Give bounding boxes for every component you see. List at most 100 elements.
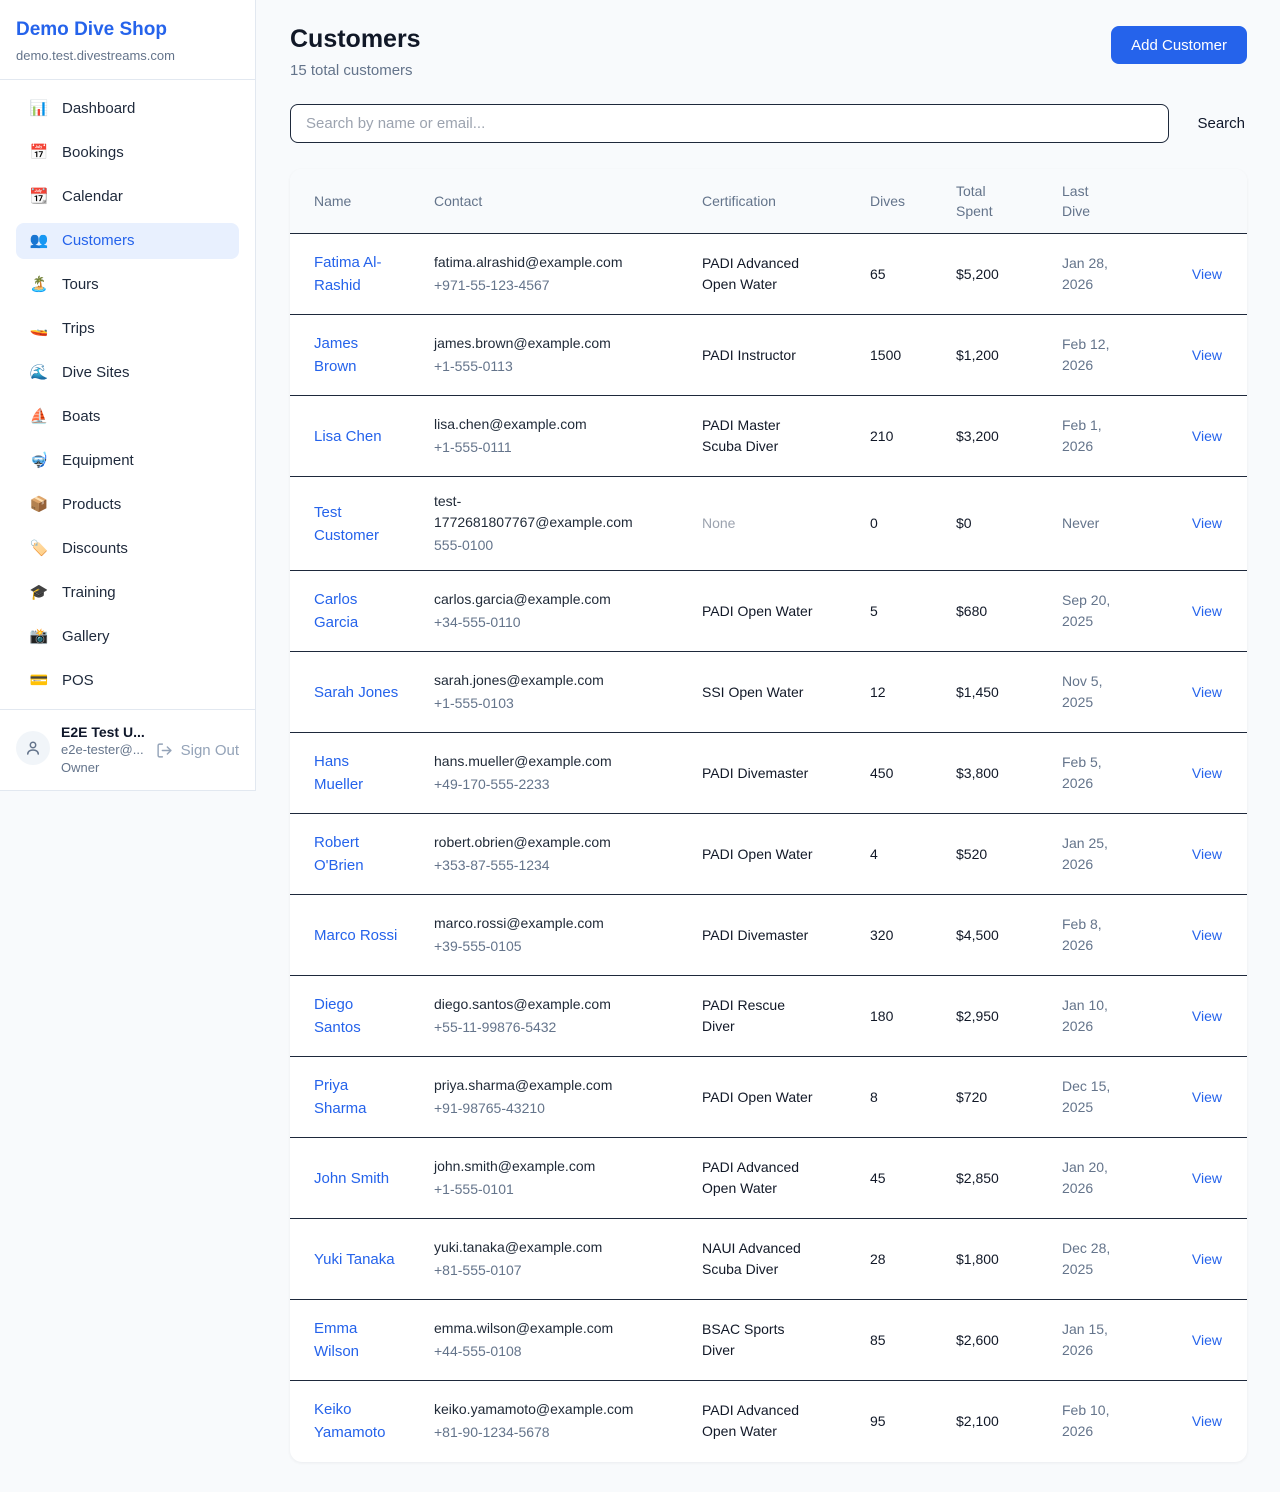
- sidebar-item-label: Calendar: [62, 187, 123, 207]
- customer-name-link[interactable]: Fatima Al-Rashid: [314, 254, 382, 294]
- view-link[interactable]: View: [1192, 1008, 1222, 1024]
- view-link[interactable]: View: [1192, 515, 1222, 531]
- customer-phone: +55-11-99876-5432: [434, 1017, 646, 1038]
- customer-phone: +1-555-0103: [434, 693, 646, 714]
- customer-name-link[interactable]: Lisa Chen: [314, 428, 382, 445]
- customer-certification: PADI Advanced Open Water: [702, 255, 799, 292]
- customer-dives: 45: [870, 1170, 886, 1186]
- cell-last-dive: Jan 28, 2026: [1062, 234, 1158, 315]
- cell-name: Lisa Chen: [290, 396, 434, 477]
- customer-name-link[interactable]: Robert O'Brien: [314, 834, 364, 874]
- view-link[interactable]: View: [1192, 1332, 1222, 1348]
- sidebar-item-calendar[interactable]: 📆 Calendar: [16, 179, 239, 215]
- view-link[interactable]: View: [1192, 1251, 1222, 1267]
- customer-last-dive: Feb 5, 2026: [1062, 752, 1124, 794]
- cell-certification: PADI Master Scuba Diver: [702, 396, 870, 477]
- customer-name-link[interactable]: Test Customer: [314, 504, 379, 544]
- customer-email: marco.rossi@example.com: [434, 913, 646, 934]
- search-button[interactable]: Search: [1195, 109, 1247, 138]
- sidebar-item-dive-sites[interactable]: 🌊 Dive Sites: [16, 355, 239, 391]
- customer-name-link[interactable]: Priya Sharma: [314, 1077, 367, 1117]
- customer-phone: +49-170-555-2233: [434, 774, 646, 795]
- view-link[interactable]: View: [1192, 927, 1222, 943]
- cell-dives: 5: [870, 571, 956, 652]
- view-link[interactable]: View: [1192, 428, 1222, 444]
- view-link[interactable]: View: [1192, 1170, 1222, 1186]
- pos-icon: 💳: [28, 671, 50, 691]
- cell-dives: 4: [870, 814, 956, 895]
- column-header: [1158, 169, 1247, 234]
- view-link[interactable]: View: [1192, 347, 1222, 363]
- sidebar-item-gallery[interactable]: 📸 Gallery: [16, 619, 239, 655]
- dive-sites-icon: 🌊: [28, 363, 50, 383]
- customer-name-link[interactable]: Hans Mueller: [314, 753, 363, 793]
- cell-total-spent: $1,800: [956, 1219, 1062, 1300]
- customer-last-dive: Jan 20, 2026: [1062, 1157, 1124, 1199]
- customer-dives: 4: [870, 846, 878, 862]
- cell-contact: robert.obrien@example.com +353-87-555-12…: [434, 814, 702, 895]
- customer-certification: PADI Advanced Open Water: [702, 1159, 799, 1196]
- cell-dives: 45: [870, 1138, 956, 1219]
- view-link[interactable]: View: [1192, 1413, 1222, 1429]
- view-link[interactable]: View: [1192, 846, 1222, 862]
- sidebar-item-customers[interactable]: 👥 Customers: [16, 223, 239, 259]
- main-content: Customers 15 total customers Add Custome…: [256, 0, 1280, 1492]
- sidebar-item-boats[interactable]: ⛵ Boats: [16, 399, 239, 435]
- column-header: Contact: [434, 169, 702, 234]
- customer-name-link[interactable]: Keiko Yamamoto: [314, 1401, 385, 1441]
- customer-name-link[interactable]: Yuki Tanaka: [314, 1251, 395, 1268]
- customer-certification: PADI Rescue Diver: [702, 997, 785, 1034]
- customer-name-link[interactable]: Sarah Jones: [314, 684, 398, 701]
- table-row: Hans Mueller hans.mueller@example.com +4…: [290, 733, 1247, 814]
- customer-email: keiko.yamamoto@example.com: [434, 1399, 646, 1420]
- cell-total-spent: $1,200: [956, 315, 1062, 396]
- sidebar-item-bookings[interactable]: 📅 Bookings: [16, 135, 239, 171]
- cell-contact: keiko.yamamoto@example.com +81-90-1234-5…: [434, 1381, 702, 1462]
- sidebar-item-label: POS: [62, 671, 94, 691]
- customer-name-link[interactable]: Emma Wilson: [314, 1320, 359, 1360]
- view-link[interactable]: View: [1192, 684, 1222, 700]
- cell-dives: 320: [870, 895, 956, 976]
- view-link[interactable]: View: [1192, 1089, 1222, 1105]
- cell-contact: sarah.jones@example.com +1-555-0103: [434, 652, 702, 733]
- sidebar-item-tours[interactable]: 🏝️ Tours: [16, 267, 239, 303]
- search-input[interactable]: [290, 104, 1169, 143]
- sidebar-item-discounts[interactable]: 🏷️ Discounts: [16, 531, 239, 567]
- sidebar-item-products[interactable]: 📦 Products: [16, 487, 239, 523]
- cell-certification: PADI Open Water: [702, 814, 870, 895]
- customer-name-link[interactable]: John Smith: [314, 1170, 389, 1187]
- customer-email: john.smith@example.com: [434, 1156, 646, 1177]
- customer-last-dive: Jan 25, 2026: [1062, 833, 1124, 875]
- logout-icon: [156, 742, 173, 759]
- cell-name: Carlos Garcia: [290, 571, 434, 652]
- customer-name-link[interactable]: Diego Santos: [314, 996, 361, 1036]
- customer-email: yuki.tanaka@example.com: [434, 1237, 646, 1258]
- customer-email: priya.sharma@example.com: [434, 1075, 646, 1096]
- view-link[interactable]: View: [1192, 266, 1222, 282]
- cell-last-dive: Never: [1062, 477, 1158, 571]
- table-row: Marco Rossi marco.rossi@example.com +39-…: [290, 895, 1247, 976]
- view-link[interactable]: View: [1192, 765, 1222, 781]
- customer-last-dive: Jan 28, 2026: [1062, 253, 1124, 295]
- customer-email: test-1772681807767@example.com: [434, 491, 646, 533]
- sidebar-item-trips[interactable]: 🚤 Trips: [16, 311, 239, 347]
- cell-last-dive: Jan 15, 2026: [1062, 1300, 1158, 1381]
- cell-total-spent: $3,800: [956, 733, 1062, 814]
- customer-name-link[interactable]: Marco Rossi: [314, 927, 397, 944]
- sidebar-item-pos[interactable]: 💳 POS: [16, 663, 239, 699]
- sign-out-button[interactable]: Sign Out: [156, 742, 239, 759]
- add-customer-button[interactable]: Add Customer: [1111, 26, 1247, 64]
- cell-name: Priya Sharma: [290, 1057, 434, 1138]
- view-link[interactable]: View: [1192, 603, 1222, 619]
- customer-last-dive: Jan 15, 2026: [1062, 1319, 1124, 1361]
- customer-name-link[interactable]: Carlos Garcia: [314, 591, 358, 631]
- sidebar-item-dashboard[interactable]: 📊 Dashboard: [16, 91, 239, 127]
- customer-name-link[interactable]: James Brown: [314, 335, 358, 375]
- sidebar-item-training[interactable]: 🎓 Training: [16, 575, 239, 611]
- customer-last-dive: Dec 28, 2025: [1062, 1238, 1124, 1280]
- sidebar-item-equipment[interactable]: 🤿 Equipment: [16, 443, 239, 479]
- cell-contact: emma.wilson@example.com +44-555-0108: [434, 1300, 702, 1381]
- customer-phone: +44-555-0108: [434, 1341, 646, 1362]
- cell-last-dive: Nov 5, 2025: [1062, 652, 1158, 733]
- cell-name: Yuki Tanaka: [290, 1219, 434, 1300]
